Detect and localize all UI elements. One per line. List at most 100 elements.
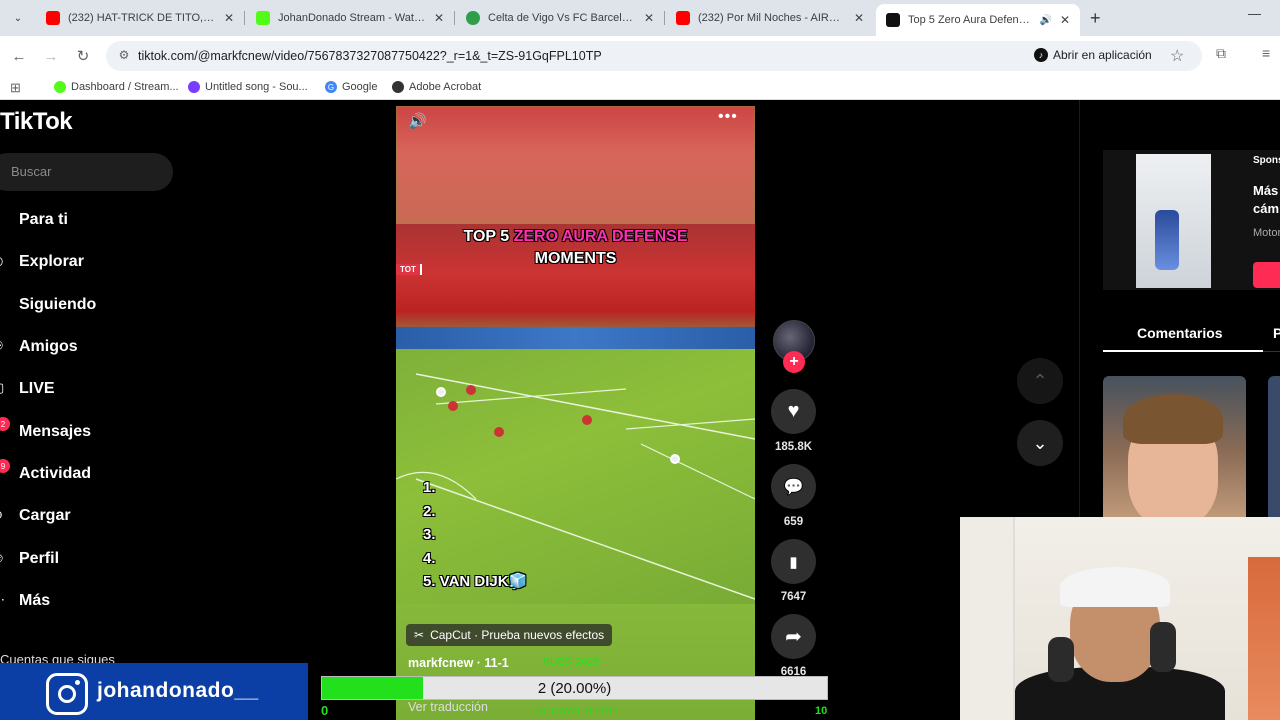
bookmark-item[interactable]: Adobe Acrobat — [392, 81, 481, 93]
tab-title: Top 5 Zero Aura Defender M — [908, 14, 1032, 26]
subscriber-goal-bar: 2 (20.00%) — [321, 676, 828, 700]
forward-button[interactable]: → — [40, 45, 62, 67]
previous-video-button[interactable]: ⌃ — [1017, 358, 1063, 404]
sidebar-item-live[interactable]: ▢ LIVE — [0, 374, 170, 404]
save-button[interactable]: ▮ — [771, 539, 816, 584]
share-icon: ➦ — [785, 626, 802, 648]
comment-icon: 💬 — [783, 478, 804, 496]
profile-menu-icon[interactable]: ≡ — [1262, 45, 1270, 61]
extensions-icon[interactable]: ⧉ — [1216, 45, 1226, 62]
player-marker — [670, 454, 680, 464]
sidebar-item-perfil[interactable]: ☺ Perfil — [0, 544, 170, 574]
sidebar-item-actividad[interactable]: 9 Actividad — [0, 459, 170, 489]
close-icon[interactable]: ✕ — [224, 11, 234, 25]
tab-separator — [454, 11, 455, 25]
site-info-icon[interactable]: ⚙ — [116, 48, 132, 64]
search-placeholder: Buscar — [11, 164, 52, 179]
ranking-item: 5. VAN DIJK🧊 — [423, 573, 528, 591]
webcam-background-object — [1248, 557, 1280, 720]
open-in-app-label: Abrir en aplicación — [1053, 48, 1152, 62]
sidebar-item-siguiendo[interactable]: • Siguiendo — [0, 290, 170, 320]
tab-search-button[interactable]: ⌄ — [8, 8, 28, 28]
tab-title: (232) Por Mil Noches - AIRBAG — [698, 12, 846, 24]
sidebar-item-cargar[interactable]: ⊕ Cargar — [0, 501, 170, 531]
webcam-door — [960, 517, 1015, 720]
browser-tab-active[interactable]: Top 5 Zero Aura Defender M 🔊 ✕ — [876, 4, 1080, 36]
sidebar-item-label: Siguiendo — [19, 296, 97, 313]
sidebar-item-label: Amigos — [19, 338, 78, 355]
headphone-icon — [1048, 637, 1074, 682]
new-tab-button[interactable]: + — [1090, 8, 1101, 29]
ranking-item: 1. — [423, 479, 436, 496]
browser-tab[interactable]: (232) HAT-TRICK DE TITO, GOL ✕ — [36, 4, 244, 32]
friends-icon: ⚇ — [0, 338, 6, 356]
bookmark-label: Adobe Acrobat — [409, 81, 482, 93]
follow-button[interactable]: + — [783, 351, 805, 373]
ad-title-line: Más — [1253, 183, 1279, 198]
sidebar-item-amigos[interactable]: ⚇ Amigos — [0, 332, 170, 362]
share-button[interactable]: ➦ — [771, 614, 816, 659]
sidebar-item-label: Explorar — [19, 253, 84, 270]
speaker-icon[interactable]: 🔊 — [1039, 15, 1051, 26]
bookmark-item[interactable]: Dashboard / Stream... — [54, 81, 179, 93]
capcut-icon: ✂ — [414, 628, 425, 642]
more-icon: ⋯ — [0, 592, 6, 610]
goal-progress-text: 2 (20.00%) — [537, 680, 612, 697]
ranking-item: 4. — [423, 549, 436, 567]
notification-badge: 9 — [0, 459, 10, 473]
home-icon: ⌂ — [0, 211, 6, 229]
close-icon[interactable]: ✕ — [644, 11, 654, 25]
url-text[interactable]: tiktok.com/@markfcnew/video/756783732708… — [138, 49, 602, 63]
sidebar-item-label: Más — [19, 592, 51, 609]
sidebar-item-mensajes[interactable]: 2 Mensajes — [0, 417, 170, 447]
headphone-icon — [1150, 622, 1176, 672]
video-player[interactable]: 🔊 ••• TOP 5 ZERO AURA DEFENSE MOMENTS TO… — [396, 106, 755, 720]
comment-button[interactable]: 💬 — [771, 464, 816, 509]
ad-cta-button[interactable] — [1253, 262, 1280, 288]
bookmark-item[interactable]: G Google — [325, 81, 377, 93]
google-icon: G — [325, 81, 337, 93]
tab-other[interactable]: P — [1273, 325, 1280, 341]
sidebar-item-label: Perfil — [19, 550, 60, 567]
video-author[interactable]: markfcnew · 11-1 — [408, 656, 509, 670]
bookmark-star-icon[interactable]: ☆ — [1170, 46, 1184, 66]
goal-label: SUBS 2025 — [543, 657, 600, 668]
youtube-icon — [46, 11, 60, 25]
tiktok-logo[interactable]: TikTok — [0, 108, 73, 136]
ad-phone-image — [1155, 210, 1179, 270]
translate-link[interactable]: Ver traducción — [408, 700, 488, 714]
back-button[interactable]: ← — [8, 45, 30, 67]
ranking-list: 1. 2. 3. 4. 5. VAN DIJK🧊 — [423, 476, 527, 594]
bookmark-label: Google — [342, 81, 378, 93]
address-bar[interactable]: ⚙ tiktok.com/@markfcnew/video/7567837327… — [106, 41, 1202, 71]
bookmark-item[interactable]: Untitled song - Sou... — [188, 81, 308, 93]
browser-tab[interactable]: Celta de Vigo Vs FC Barcelona ✕ — [456, 4, 664, 32]
tab-comments[interactable]: Comentarios — [1137, 325, 1223, 341]
volume-icon[interactable]: 🔊 — [408, 112, 427, 130]
capcut-banner[interactable]: ✂ CapCut · Prueba nuevos efectos — [406, 624, 613, 646]
close-icon[interactable]: ✕ — [854, 11, 864, 25]
bookmark-icon: ▮ — [789, 553, 798, 571]
notification-badge: 2 — [0, 417, 10, 431]
close-icon[interactable]: ✕ — [434, 11, 444, 25]
open-in-app-button[interactable]: ♪ Abrir en aplicación — [1034, 48, 1152, 62]
minimize-icon[interactable]: — — [1248, 6, 1261, 21]
search-input[interactable]: Buscar — [0, 153, 173, 191]
browser-tab[interactable]: JohanDonado Stream - Watch L ✕ — [246, 4, 454, 32]
browser-tab[interactable]: (232) Por Mil Noches - AIRBAG ✕ — [666, 4, 874, 32]
sidebar-item-mas[interactable]: ⋯ Más — [0, 586, 170, 616]
active-tab-indicator — [1103, 350, 1263, 352]
sidebar-item-explorar[interactable]: ◎ Explorar — [0, 247, 170, 277]
sidebar-item-para-ti[interactable]: ⌂ Para ti — [0, 205, 170, 235]
related-video-thumbnail[interactable] — [1103, 376, 1246, 526]
related-video-thumbnail[interactable] — [1268, 376, 1280, 526]
tiktok-icon — [886, 13, 900, 27]
close-icon[interactable]: ✕ — [1060, 13, 1070, 27]
goal-max: 10 — [815, 705, 828, 717]
like-button[interactable]: ♥ — [771, 389, 816, 434]
reload-button[interactable]: ↻ — [72, 45, 94, 67]
profile-icon: ☺ — [0, 550, 6, 568]
next-video-button[interactable]: ⌄ — [1017, 420, 1063, 466]
more-options-icon[interactable]: ••• — [718, 108, 738, 126]
apps-grid-icon[interactable]: ⊞ — [10, 80, 21, 96]
